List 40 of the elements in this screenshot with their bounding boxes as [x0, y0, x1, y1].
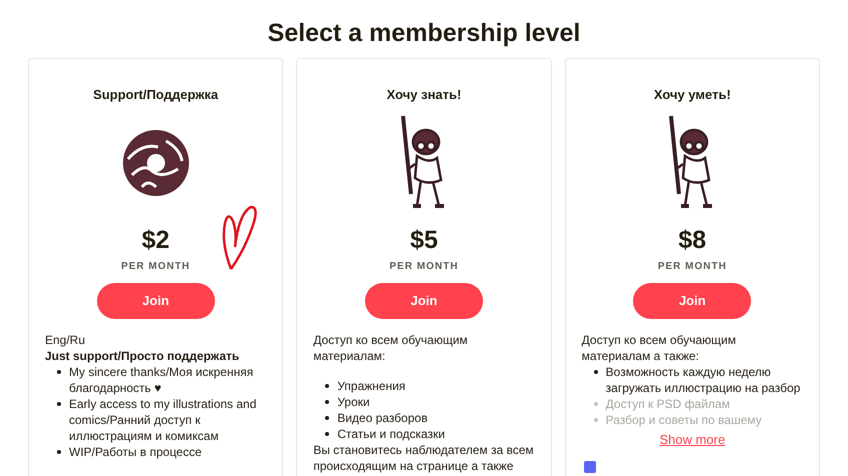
list-item-text: Early access to my illustrations and comics/Ранний доступ к иллюстрациям и комиксам [69, 396, 258, 444]
bullet-icon [325, 416, 330, 420]
list-item-text: WIP/Работы в процессе [69, 444, 202, 460]
join-button[interactable]: Join [96, 282, 215, 318]
bullet-icon [57, 450, 61, 454]
bullet-icon [325, 400, 330, 404]
list-item-text: My sincere thanks/Моя искренняя благодарность ♥ [69, 364, 254, 396]
tier-title: Хочу уметь! [654, 86, 731, 104]
description-text: Eng/Ru [45, 332, 86, 348]
tier-title: Хочу знать! [386, 86, 462, 104]
list-item-text: Разбор и советы по вашему [606, 412, 762, 428]
bullet-icon [57, 402, 61, 406]
tier-title: Support/Поддержка [93, 86, 218, 104]
price-period: PER MONTH [658, 260, 727, 274]
price: $5 [410, 224, 438, 254]
list-item-text: Упражнения [337, 378, 406, 394]
bullet-icon [57, 370, 61, 374]
join-button[interactable]: Join [364, 282, 483, 318]
list-item-text: Уроки [337, 394, 370, 410]
bullet-icon [325, 384, 330, 388]
bullet-icon [594, 402, 598, 406]
join-button[interactable]: Join [633, 282, 752, 318]
list-item-text: Возможность каждую неделю загружать иллюстрацию на разбор [606, 364, 802, 396]
description-text: Доступ ко всем обучающим материалам а также: [582, 332, 737, 364]
bullet-icon [594, 418, 598, 422]
price-period: PER MONTH [121, 260, 190, 274]
show-more-link[interactable]: Show more [659, 430, 726, 449]
list-item-text: Статьи и подсказки [337, 426, 446, 442]
bold-text: Just support/Просто поддержать [45, 348, 240, 364]
price: $8 [678, 224, 706, 254]
description-text: Доступ ко всем обучающим материалам: [313, 332, 469, 364]
description-text: Вы становитесь наблюдателем за всем происходящим на странице а также [313, 442, 535, 474]
bullet-icon [594, 370, 598, 374]
list-item-text: Доступ к PSD файлам [606, 396, 730, 412]
page-heading: Select a membership level [268, 18, 580, 49]
bullet-icon [325, 432, 330, 436]
price-period: PER MONTH [389, 260, 458, 274]
donut-drawing [122, 128, 190, 196]
list-item-text: Видео разборов [337, 410, 428, 426]
price: $2 [142, 224, 170, 254]
